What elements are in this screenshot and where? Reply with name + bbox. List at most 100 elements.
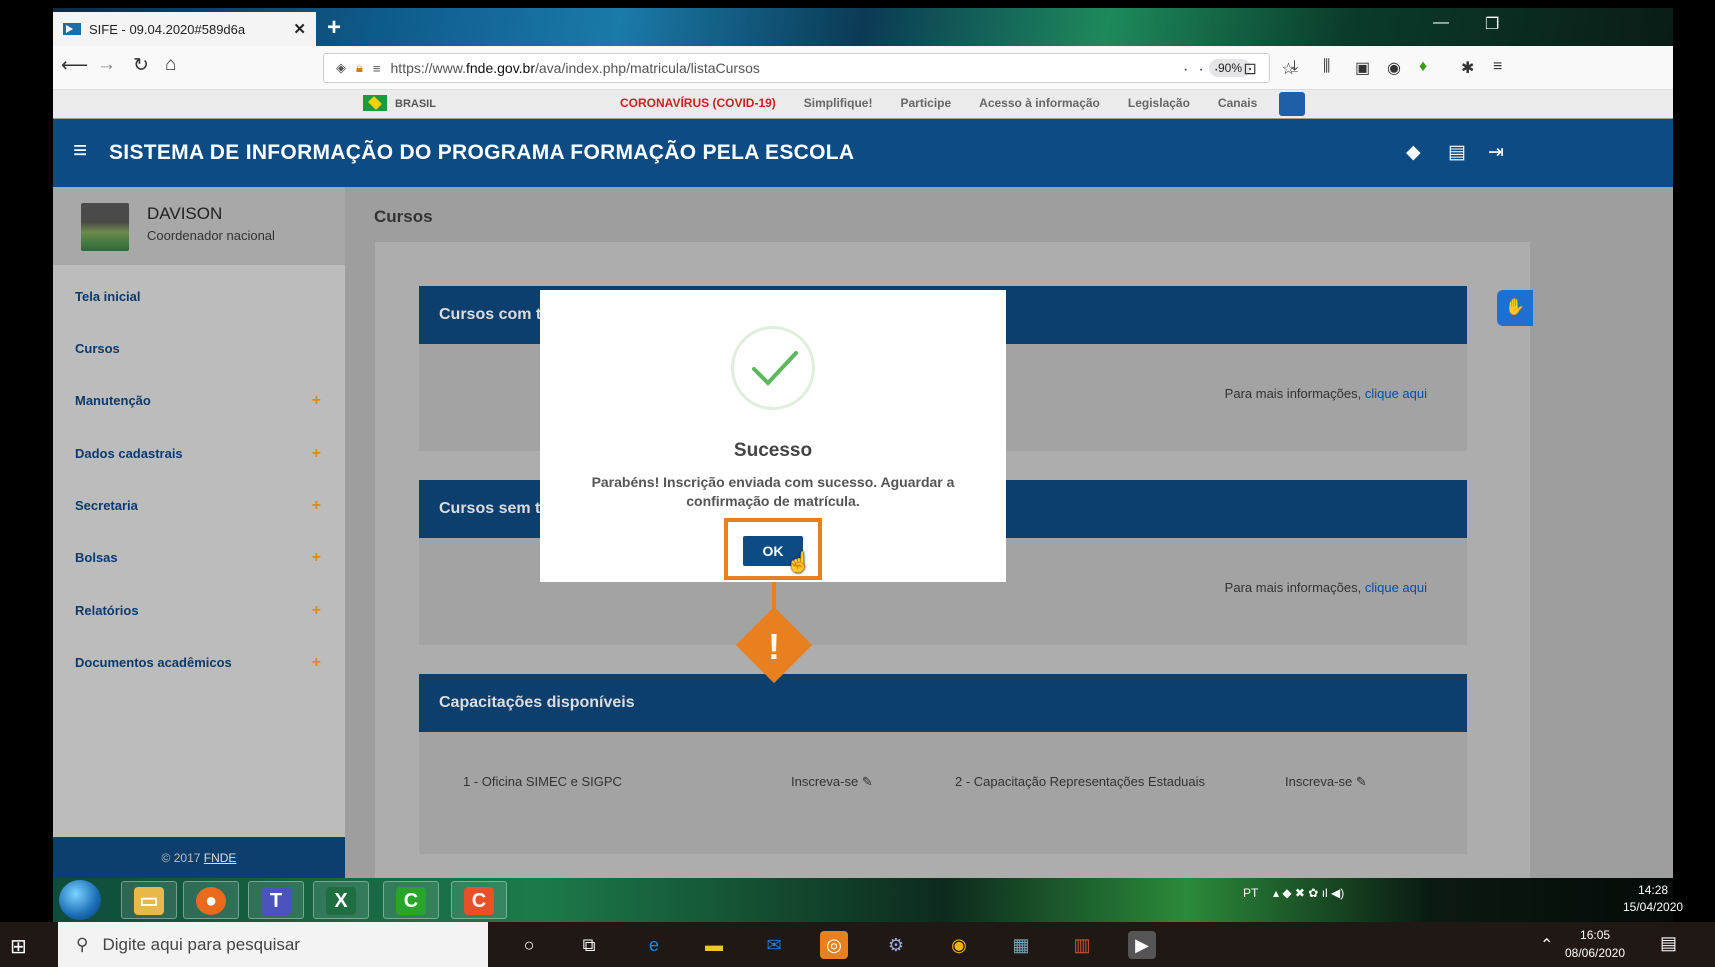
minimize-icon[interactable]: — <box>1433 14 1449 32</box>
winrar-icon[interactable]: ▥ <box>1068 931 1096 959</box>
address-bar[interactable]: ◈ 🔒︎ ≡ https://www.fnde.gov.br/ava/index… <box>323 53 1270 83</box>
fnde-link[interactable]: FNDE <box>204 851 237 865</box>
layers-icon[interactable]: ◆ <box>1406 141 1421 164</box>
user-name: DAVISON <box>147 204 223 223</box>
chrome-icon[interactable]: ◉ <box>945 931 973 959</box>
sidebar-item-label: Relatórios <box>75 603 139 618</box>
tab-close-icon[interactable]: ✕ <box>293 20 306 38</box>
gov-link-covid[interactable]: CORONAVÍRUS (COVID-19) <box>620 96 776 110</box>
gov-bar: BRASIL CORONAVÍRUS (COVID-19) Simplifiqu… <box>53 90 1673 118</box>
notification-icon[interactable]: ▤ <box>1660 933 1677 954</box>
network-app-icon[interactable]: ▦ <box>1007 931 1035 959</box>
logout-icon[interactable]: ⇥ <box>1488 141 1504 164</box>
tray-overflow-icon[interactable]: ⌃ <box>1540 935 1553 955</box>
navigation-toolbar: ⟵ → ↻ ⌂ ◈ 🔒︎ ≡ https://www.fnde.gov.br/a… <box>53 46 1673 90</box>
enroll-link[interactable]: Inscreva-se ✎ <box>791 774 873 790</box>
account-icon[interactable]: ◉ <box>1387 58 1401 78</box>
accessibility-icon[interactable] <box>1279 92 1305 116</box>
expand-plus-icon[interactable]: + <box>312 392 321 410</box>
tray-icons[interactable]: ▴ ◆ ✖ ✿ ıl ◀) <box>1273 886 1344 900</box>
outer-clock[interactable]: 16:05 08/06/2020 <box>1565 926 1625 962</box>
restore-icon[interactable]: ❐ <box>1485 14 1499 34</box>
extension-icon[interactable]: ♦ <box>1419 58 1427 76</box>
gov-link-simplifique[interactable]: Simplifique! <box>804 96 873 110</box>
card-info: Para mais informações, clique aqui <box>1224 386 1427 401</box>
edge-icon[interactable]: e <box>640 931 668 959</box>
back-icon[interactable]: ⟵ <box>61 54 88 77</box>
clique-aqui-link[interactable]: clique aqui <box>1365 386 1427 401</box>
gov-link-acesso[interactable]: Acesso à informação <box>979 96 1100 110</box>
clique-aqui-link[interactable]: clique aqui <box>1365 580 1427 595</box>
success-dialog: Sucesso Parabéns! Inscrição enviada com … <box>540 290 1006 582</box>
sidebar-item-documentos-acad-micos[interactable]: Documentos acadêmicos + <box>75 654 335 672</box>
gov-brasil-link[interactable]: BRASIL <box>395 98 436 110</box>
browser-tab[interactable]: SIFE - 09.04.2020#589d6a ✕ <box>53 12 316 46</box>
sidebar-footer: © 2017 FNDE <box>53 837 345 878</box>
sidebar-item-manuten-o[interactable]: Manutenção + <box>75 392 335 410</box>
sidebar-item-label: Documentos acadêmicos <box>75 655 232 670</box>
user-panel: DAVISON Coordenador nacional <box>53 187 345 265</box>
gov-link-participe[interactable]: Participe <box>900 96 951 110</box>
new-tab-icon[interactable]: + <box>327 14 341 42</box>
permissions-icon[interactable]: ≡ <box>373 61 381 76</box>
windows-start-icon[interactable]: ⊞ <box>10 934 27 959</box>
page-actions-icons[interactable]: ··· ⊡ ☆ <box>1183 59 1306 79</box>
media-player-icon[interactable]: ▶ <box>1128 931 1156 959</box>
app-header: ≡ SISTEMA DE INFORMAÇÃO DO PROGRAMA FORM… <box>53 119 1673 187</box>
forward-icon[interactable]: → <box>97 54 116 76</box>
enroll-link[interactable]: Inscreva-se ✎ <box>1285 774 1367 790</box>
search-icon: ⚲ <box>76 934 89 954</box>
language-indicator[interactable]: PT <box>1243 886 1258 900</box>
course-name: 2 - Capacitação Representações Estaduais <box>955 774 1206 789</box>
shield-icon[interactable]: ◈ <box>336 60 346 76</box>
brazil-flag-icon[interactable] <box>363 95 387 111</box>
expand-plus-icon[interactable]: + <box>312 445 321 463</box>
taskbar-explorer[interactable]: ▭ <box>121 881 177 919</box>
library-icon[interactable]: ⫼ <box>1323 58 1330 76</box>
expand-plus-icon[interactable]: + <box>312 654 321 672</box>
success-check-icon <box>731 326 815 410</box>
gov-link-canais[interactable]: Canais <box>1218 96 1257 110</box>
sidebar-item-relat-rios[interactable]: Relatórios + <box>75 602 335 620</box>
search-input[interactable]: ⚲ Digite aqui para pesquisar <box>58 922 488 967</box>
accessibility-float-icon[interactable]: ✋ <box>1497 290 1533 326</box>
sidebar-item-tela-inicial[interactable]: Tela inicial <box>75 289 335 304</box>
sidebar-item-label: Manutenção <box>75 393 151 408</box>
screen: SIFE - 09.04.2020#589d6a ✕ + — ❐ ⟵ → ↻ ⌂… <box>0 0 1715 967</box>
expand-plus-icon[interactable]: + <box>312 549 321 567</box>
downloads-icon[interactable]: ⤓ <box>1291 58 1298 76</box>
dialog-title: Sucesso <box>733 440 813 461</box>
menu-icon[interactable]: ≡ <box>1493 58 1502 76</box>
sidebar-item-cursos[interactable]: Cursos <box>75 341 335 356</box>
card-capacitacoes: Capacitações disponíveis 1 - Oficina SIM… <box>419 674 1467 854</box>
clipboard-icon[interactable]: ▤ <box>1448 141 1466 164</box>
sidebar-item-bolsas[interactable]: Bolsas + <box>75 549 335 567</box>
expand-plus-icon[interactable]: + <box>312 602 321 620</box>
expand-plus-icon[interactable]: + <box>312 497 321 515</box>
home-icon[interactable]: ⌂ <box>165 54 176 76</box>
steam-icon[interactable]: ⚙ <box>882 931 910 959</box>
taskbar-firefox[interactable]: ● <box>183 881 239 919</box>
whats-new-icon[interactable]: ✱ <box>1461 58 1474 78</box>
file-explorer-icon[interactable]: ▬ <box>700 931 728 959</box>
cortana-icon[interactable]: ○ <box>515 931 543 959</box>
task-view-icon[interactable]: ⧉ <box>575 931 603 959</box>
sidebar-item-secretaria[interactable]: Secretaria + <box>75 497 335 515</box>
lock-warning-icon[interactable]: 🔒︎ <box>356 60 363 76</box>
page-title: Cursos <box>374 207 433 226</box>
gov-link-legislacao[interactable]: Legislação <box>1128 96 1190 110</box>
sidebar-icon[interactable]: ▣ <box>1355 58 1370 78</box>
mail-icon[interactable]: ✉ <box>760 931 788 959</box>
dialog-message: Parabéns! Inscrição enviada com sucesso.… <box>591 474 955 509</box>
taskbar-excel[interactable]: X <box>313 881 369 919</box>
taskbar-teams[interactable]: T <box>248 881 304 919</box>
taskbar-camtasia-green[interactable]: C <box>383 881 439 919</box>
chrome-alt-icon[interactable]: ◎ <box>820 931 848 959</box>
inner-clock[interactable]: 14:28 15/04/2020 <box>1623 882 1683 916</box>
sidebar-item-dados-cadastrais[interactable]: Dados cadastrais + <box>75 445 335 463</box>
reload-icon[interactable]: ↻ <box>133 54 149 77</box>
url-text[interactable]: https://www.fnde.gov.br/ava/index.php/ma… <box>391 60 1209 76</box>
win7-start-icon[interactable] <box>59 880 101 920</box>
hamburger-menu-icon[interactable]: ≡ <box>73 137 87 165</box>
taskbar-camtasia-orange[interactable]: C <box>451 881 507 919</box>
